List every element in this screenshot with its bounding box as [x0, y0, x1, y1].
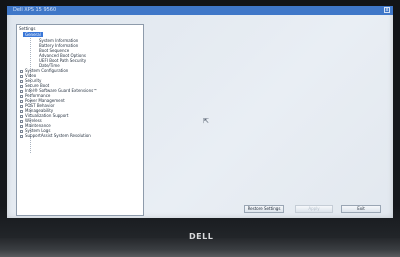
restore-settings-button[interactable]: Restore Settings	[244, 205, 284, 213]
expander-icon[interactable]	[20, 134, 23, 138]
apply-button[interactable]: Apply	[295, 205, 333, 213]
window-title: Dell XPS 15 9560	[13, 7, 57, 13]
mouse-pointer-icon: ⇱	[203, 117, 209, 125]
tree-item-supportassist[interactable]: SupportAssist System Resolution	[20, 133, 91, 138]
tree-item-general[interactable]: General	[23, 32, 43, 37]
settings-tree[interactable]: Settings General System Information Batt…	[16, 24, 144, 216]
title-bar: Dell XPS 15 9560 x	[7, 6, 393, 15]
tree-root-label: Settings	[19, 26, 36, 31]
dell-logo: DELL	[189, 232, 214, 241]
bios-screen: Dell XPS 15 9560 x Settings General Syst…	[7, 6, 393, 218]
exit-button[interactable]: Exit	[341, 205, 381, 213]
tree-item-label: SupportAssist System Resolution	[25, 133, 91, 138]
close-icon[interactable]: x	[384, 7, 390, 13]
